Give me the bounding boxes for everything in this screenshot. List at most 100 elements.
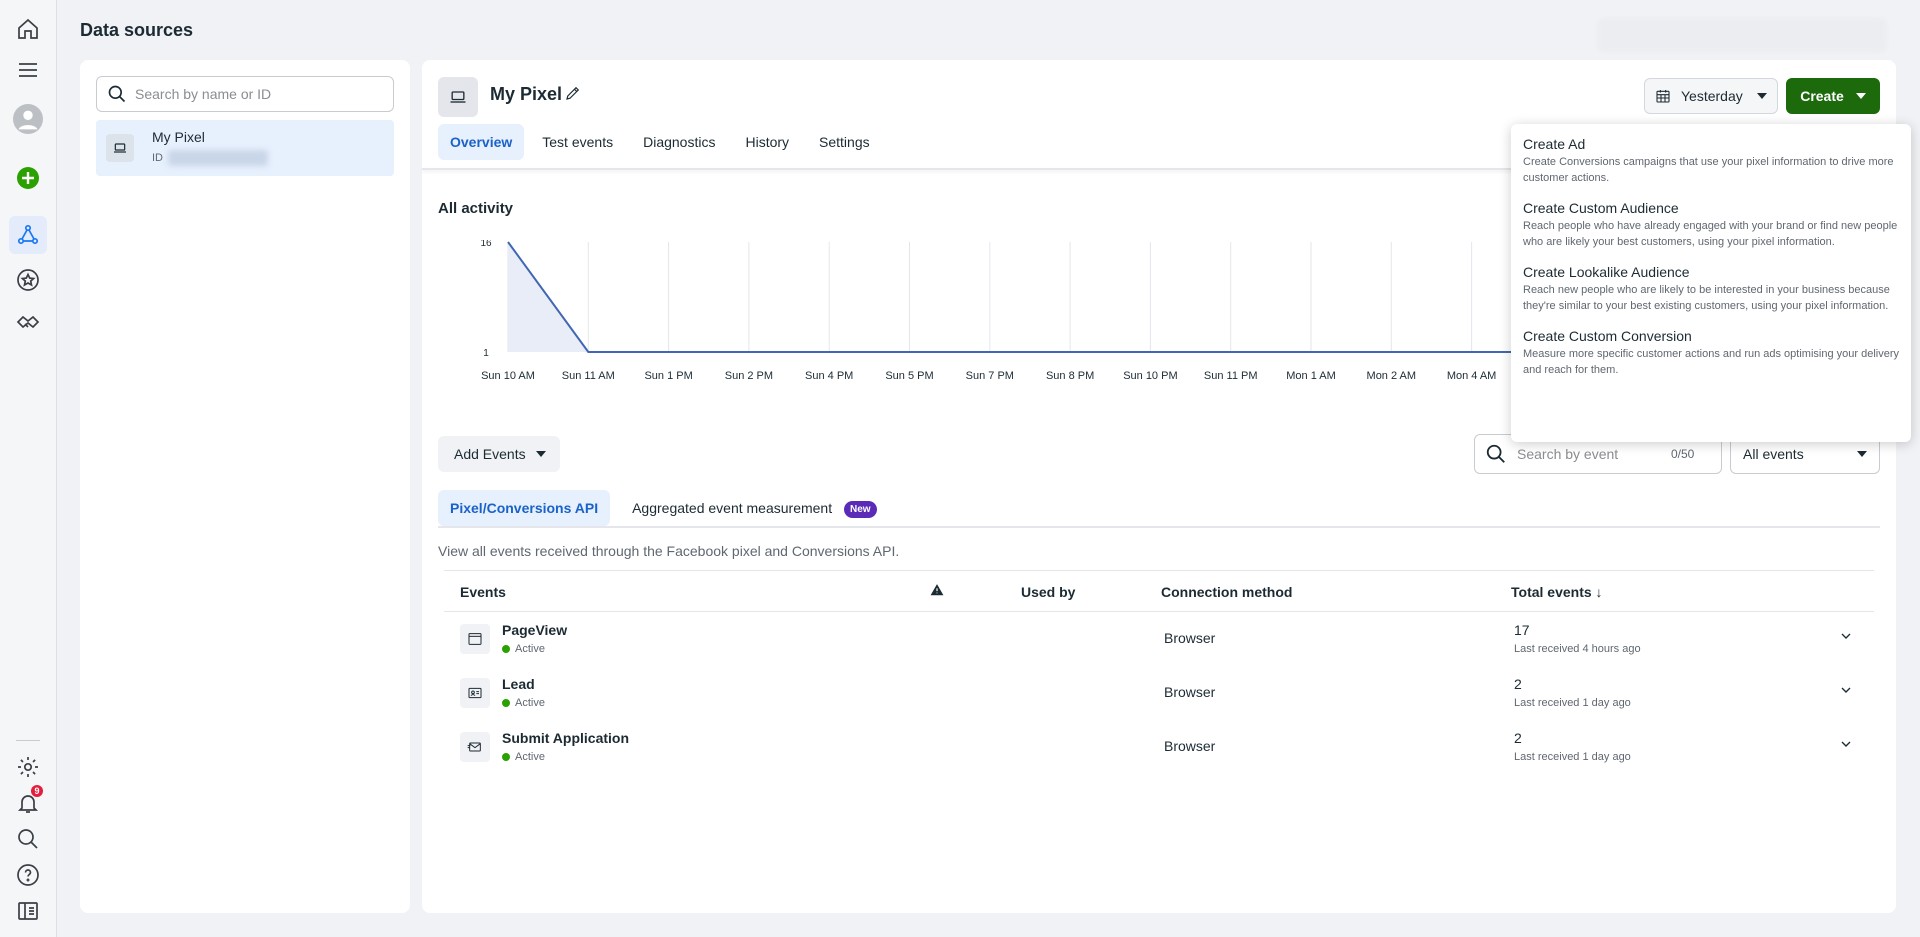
account-avatar[interactable] (13, 104, 43, 134)
search-icon (108, 85, 126, 103)
table-row[interactable]: PageView Active Browser 17 Last received… (444, 612, 1874, 666)
menu-item-create-custom-conversion[interactable]: Create Custom Conversion Measure more sp… (1511, 328, 1911, 378)
laptop-icon (106, 134, 134, 162)
event-status: Active (502, 697, 545, 709)
event-connection-method: Browser (1164, 738, 1216, 754)
tab-settings[interactable]: Settings (807, 124, 882, 160)
table-row[interactable]: Submit Application Active Browser 2 Last… (444, 720, 1874, 774)
tab-aggregated-label: Aggregated event measurement (632, 500, 833, 516)
event-name: PageView (502, 622, 568, 638)
notification-count-badge: 9 (31, 785, 43, 797)
menu-item-create-lookalike-audience[interactable]: Create Lookalike Audience Reach new peop… (1511, 264, 1911, 314)
chart-x-tick-label: Mon 1 AM (1286, 370, 1336, 382)
menu-item-description: Measure more specific customer actions a… (1523, 348, 1899, 376)
chevron-down-icon[interactable] (1838, 736, 1858, 756)
home-icon[interactable] (13, 14, 43, 44)
chevron-down-icon[interactable] (1838, 682, 1858, 702)
event-connection-method: Browser (1164, 684, 1216, 700)
chart-y-tick-label: 16 (480, 240, 492, 249)
rail-divider (16, 740, 40, 741)
partner-handshake-icon[interactable] (13, 308, 43, 338)
chart-x-tick-label: Sun 2 PM (725, 370, 773, 382)
tab-diagnostics[interactable]: Diagnostics (631, 124, 727, 160)
status-dot (502, 699, 510, 707)
event-last-received: Last received 1 day ago (1514, 697, 1631, 709)
header-connection-method: Connection method (1161, 584, 1293, 600)
status-dot (502, 753, 510, 761)
star-icon[interactable] (13, 265, 43, 295)
chart-x-tick-label: Sun 11 AM (562, 370, 615, 382)
header-total-events[interactable]: Total events ↓ (1511, 584, 1603, 600)
event-search-input[interactable] (1517, 446, 1667, 462)
chart-x-tick-label: Sun 7 PM (966, 370, 1014, 382)
source-id-redacted (168, 150, 268, 166)
menu-item-title: Create Ad (1523, 136, 1586, 152)
chevron-down-icon[interactable] (1838, 628, 1858, 648)
tab-history[interactable]: History (733, 124, 801, 160)
create-button[interactable]: Create (1786, 78, 1880, 114)
pixel-tabs: Overview Test events Diagnostics History… (438, 124, 882, 160)
source-id-label: ID (152, 152, 163, 164)
event-status: Active (502, 643, 545, 655)
help-icon[interactable] (13, 860, 43, 890)
menu-item-create-ad[interactable]: Create Ad Create Conversions campaigns t… (1511, 136, 1911, 186)
event-total: 17 (1514, 622, 1530, 638)
tab-aggregated-event-measurement[interactable]: Aggregated event measurement New (620, 490, 888, 526)
event-name: Submit Application (502, 730, 630, 746)
calendar-icon (1656, 90, 1670, 103)
tab-overview[interactable]: Overview (438, 124, 525, 160)
events-manager-icon[interactable] (9, 216, 47, 254)
tab-pixel-conversions-api[interactable]: Pixel/Conversions API (438, 490, 611, 526)
event-total: 2 (1514, 730, 1522, 746)
events-subtabs: Pixel/Conversions API Aggregated event m… (438, 490, 889, 526)
chevron-down-icon (1855, 93, 1866, 99)
chart-x-tick-label: Sun 1 PM (644, 370, 692, 382)
status-dot (502, 645, 510, 653)
event-status-label: Active (515, 643, 545, 655)
search-icon[interactable] (13, 824, 43, 854)
source-search-input[interactable] (135, 86, 385, 102)
blurred-account-banner (1597, 18, 1887, 52)
laptop-icon (438, 77, 478, 117)
table-row[interactable]: Lead Active Browser 2 Last received 1 da… (444, 666, 1874, 720)
menu-item-description: Reach new people who are likely to be in… (1523, 284, 1890, 312)
date-range-dropdown[interactable]: Yesterday (1644, 78, 1778, 114)
sidebar-toggle-icon[interactable] (13, 896, 43, 926)
chart-x-tick-label: Mon 4 AM (1447, 370, 1497, 382)
event-last-received: Last received 1 day ago (1514, 751, 1631, 763)
event-total: 2 (1514, 676, 1522, 692)
create-plus-icon[interactable] (13, 163, 43, 193)
new-badge: New (844, 500, 877, 518)
source-name: My Pixel (152, 129, 205, 145)
menu-item-create-custom-audience[interactable]: Create Custom Audience Reach people who … (1511, 200, 1911, 250)
add-events-label: Add Events (454, 446, 526, 462)
menu-icon[interactable] (13, 55, 43, 85)
chart-x-tick-label: Sun 11 PM (1204, 370, 1258, 382)
subtabs-divider (438, 526, 1880, 528)
page-icon (460, 624, 490, 654)
notifications-icon[interactable]: 9 (13, 785, 43, 818)
event-status-label: Active (515, 751, 545, 763)
source-search-box[interactable] (96, 76, 394, 112)
pixel-title: My Pixel (490, 84, 563, 104)
edit-pencil-icon[interactable] (564, 84, 584, 104)
tab-test-events[interactable]: Test events (530, 124, 625, 160)
chart-x-tick-label: Mon 2 AM (1367, 370, 1417, 382)
menu-item-title: Create Custom Audience (1523, 200, 1679, 216)
event-name: Lead (502, 676, 535, 692)
chart-series-line (507, 241, 1512, 353)
activity-chart-title: All activity (438, 200, 514, 217)
chart-x-tick-label: Sun 8 PM (1046, 370, 1094, 382)
chart-x-tick-label: Sun 10 AM (481, 370, 535, 382)
event-connection-method: Browser (1164, 630, 1216, 646)
event-status-label: Active (515, 697, 545, 709)
source-list-item[interactable]: My Pixel ID (96, 120, 394, 176)
chevron-down-icon (1756, 93, 1767, 99)
settings-icon[interactable] (13, 752, 43, 782)
event-last-received: Last received 4 hours ago (1514, 643, 1641, 655)
chart-x-tick-label: Sun 10 PM (1123, 370, 1177, 382)
chevron-down-icon (1857, 451, 1867, 457)
events-filter-label: All events (1743, 446, 1804, 462)
event-status: Active (502, 751, 545, 763)
add-events-button[interactable]: Add Events (438, 436, 560, 472)
